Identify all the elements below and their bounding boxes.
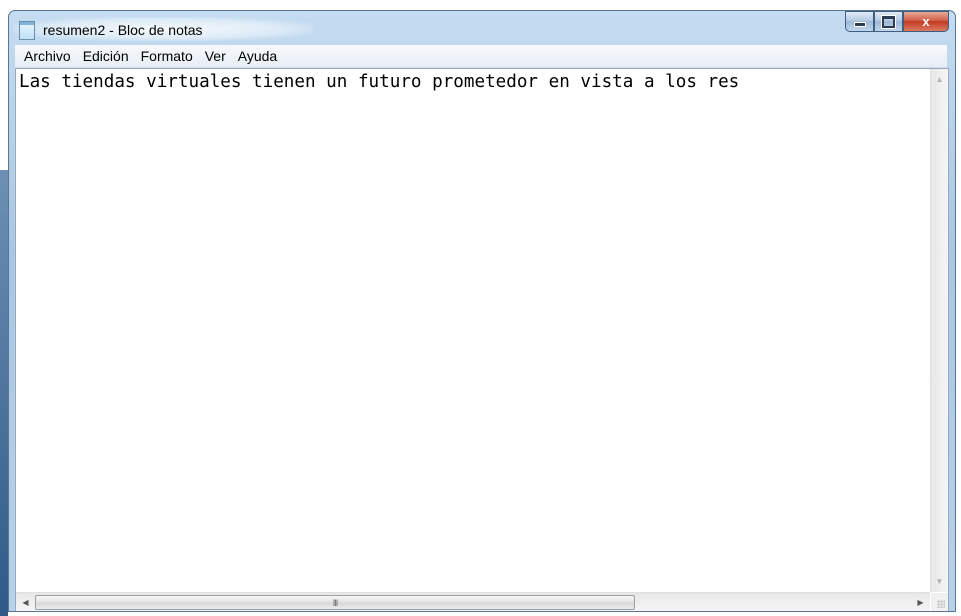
- menu-archivo[interactable]: Archivo: [15, 45, 77, 67]
- desktop-edge: [0, 170, 8, 616]
- scroll-right-icon[interactable]: ▶: [912, 593, 929, 611]
- horizontal-scroll-thumb[interactable]: III: [35, 595, 635, 610]
- scroll-up-icon[interactable]: ▲: [931, 71, 948, 88]
- resize-grip-icon[interactable]: [931, 593, 948, 611]
- window-title: resumen2 - Bloc de notas: [43, 22, 203, 38]
- notepad-window: resumen2 - Bloc de notas x Archivo Edici…: [8, 10, 956, 612]
- text-editor: Las tiendas virtuales tienen un futuro p…: [15, 68, 949, 611]
- menu-ayuda[interactable]: Ayuda: [232, 45, 283, 67]
- caption-buttons: x: [845, 11, 949, 32]
- vertical-scrollbar[interactable]: ▲ ▼: [930, 69, 948, 592]
- scroll-left-icon[interactable]: ◀: [17, 593, 34, 611]
- scroll-down-icon[interactable]: ▼: [931, 573, 948, 590]
- close-icon: x: [922, 14, 930, 29]
- close-button[interactable]: x: [903, 11, 949, 32]
- menu-formato[interactable]: Formato: [135, 45, 199, 67]
- menu-bar: Archivo Edición Formato Ver Ayuda: [15, 45, 947, 68]
- notepad-icon[interactable]: [19, 21, 35, 40]
- scroll-thumb-grip: III: [332, 597, 338, 608]
- title-bar[interactable]: resumen2 - Bloc de notas x: [9, 11, 955, 44]
- menu-edicion[interactable]: Edición: [77, 45, 135, 67]
- minimize-button[interactable]: [845, 11, 874, 32]
- menu-ver[interactable]: Ver: [199, 45, 232, 67]
- maximize-icon: [881, 14, 896, 29]
- text-content[interactable]: Las tiendas virtuales tienen un futuro p…: [19, 71, 929, 583]
- maximize-button[interactable]: [874, 11, 903, 32]
- minimize-icon: [853, 22, 866, 27]
- horizontal-scrollbar[interactable]: ◀ III ▶: [16, 592, 930, 611]
